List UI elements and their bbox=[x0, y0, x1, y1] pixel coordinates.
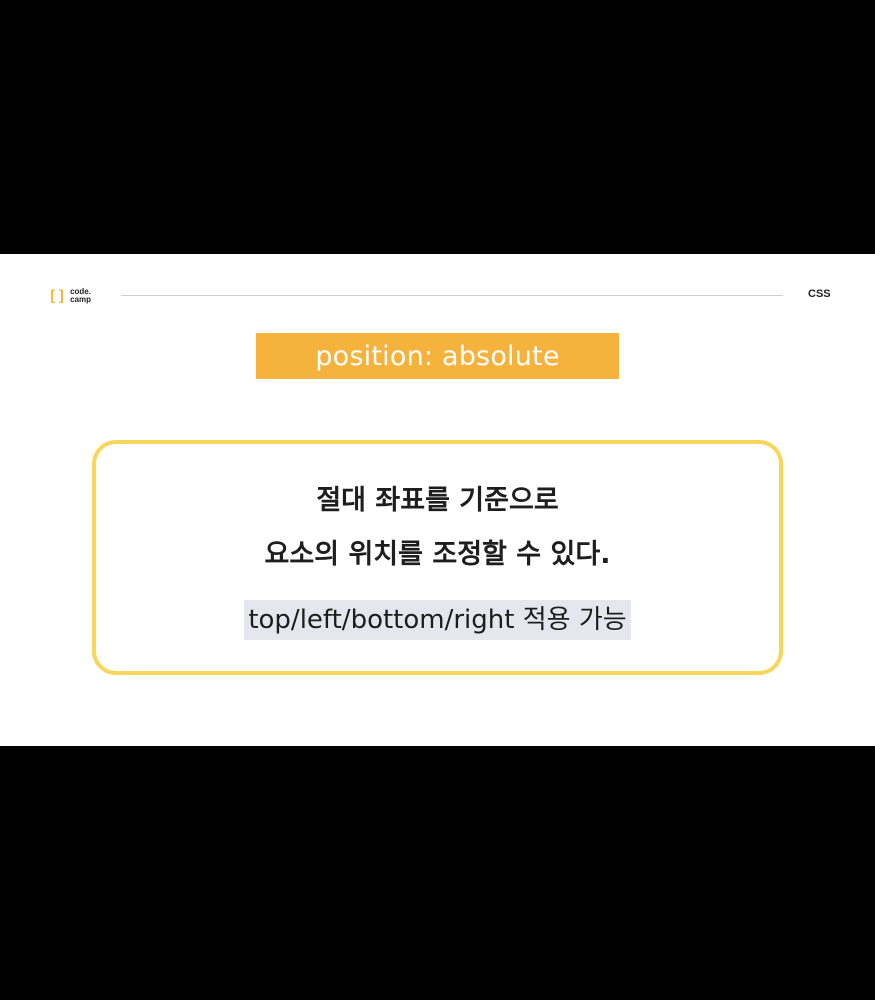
logo-bracket-left: [ bbox=[48, 287, 58, 305]
slide-title: position: absolute bbox=[315, 340, 560, 372]
highlighted-note: top/left/bottom/right 적용 가능 bbox=[244, 600, 631, 640]
codecamp-logo: [ ] code. camp bbox=[48, 286, 91, 306]
logo-wordmark: code. camp bbox=[70, 288, 91, 304]
logo-line-2: camp bbox=[70, 295, 91, 304]
slide-title-banner: position: absolute bbox=[256, 333, 619, 379]
header-divider bbox=[121, 295, 783, 296]
subject-label: CSS bbox=[808, 288, 831, 300]
slide: [ ] code. camp CSS position: absolute 절대… bbox=[0, 254, 875, 746]
definition-line-2: 요소의 위치를 조정할 수 있다. bbox=[264, 539, 611, 570]
definition-line-1: 절대 좌표를 기준으로 bbox=[316, 485, 559, 516]
note-row: top/left/bottom/right 적용 가능 bbox=[96, 600, 779, 640]
definition-card: 절대 좌표를 기준으로 요소의 위치를 조정할 수 있다. top/left/b… bbox=[92, 440, 783, 675]
logo-bracket-right: ] bbox=[57, 287, 67, 305]
